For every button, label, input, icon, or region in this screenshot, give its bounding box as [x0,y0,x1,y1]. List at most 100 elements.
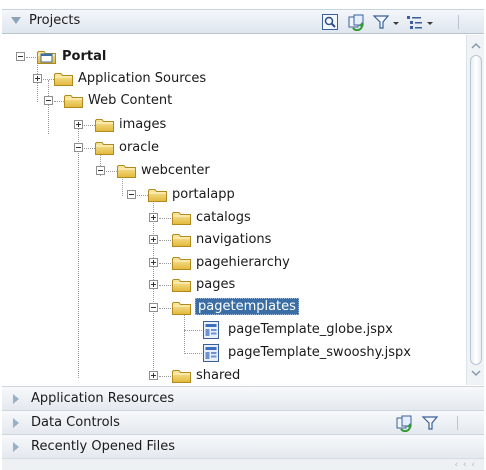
expand-section-icon[interactable] [13,442,19,452]
tree-node-shared[interactable]: shared [2,365,462,385]
tree-node-application-sources[interactable]: Application Sources [2,68,462,90]
expand-toggle[interactable] [149,280,158,289]
folder-icon [172,301,191,315]
folder-icon [172,256,191,270]
folder-icon [172,278,191,292]
tree-connector [43,79,54,80]
tree-node-portalapp[interactable]: portalapp [2,184,462,206]
tree-node-label: pageTemplate_globe.jspx [228,322,393,337]
tree-scrollbar[interactable] [466,35,484,385]
collapse-toggle[interactable] [16,52,25,61]
refresh-data-controls-icon[interactable] [395,414,415,436]
expand-toggle[interactable] [33,74,42,83]
folder-icon [172,233,191,247]
tree-connector [184,330,202,331]
tree-node-label: shared [196,368,241,383]
expand-toggle[interactable] [149,213,158,222]
tree-connector [159,285,171,286]
tree-node-label: pages [196,277,236,292]
tree-node-label-selected: pagetemplates [195,298,299,315]
collapse-twisty-icon[interactable] [11,17,21,24]
view-options-icon[interactable] [405,13,437,31]
expand-section-icon[interactable] [13,418,19,428]
section-title: Application Resources [31,391,175,406]
folder-icon [117,164,136,178]
tree-connector [106,171,117,172]
tree-node-web-content[interactable]: Web Content [2,90,462,112]
collapse-toggle[interactable] [96,166,105,175]
tree-node-label: pagehierarchy [196,255,290,270]
tree-connector [54,101,64,102]
tree-node-webcenter[interactable]: webcenter [2,160,462,182]
tree-node-label: portalapp [172,187,235,202]
collapse-toggle[interactable] [44,96,53,105]
tree-node-oracle[interactable]: oracle [2,137,462,159]
tree-connector [184,353,202,354]
tree-node-label: images [119,117,167,132]
folder-icon [95,141,114,155]
expand-toggle[interactable] [74,120,83,129]
scroll-up-icon[interactable] [471,41,481,51]
folder-icon [95,118,114,132]
toolbar-divider [458,15,459,29]
tree-node-label: Application Sources [78,71,207,86]
section-recently-opened-files[interactable]: Recently Opened Files [2,434,484,458]
tree-connector [137,195,148,196]
section-title: Data Controls [31,415,120,430]
expand-section-icon[interactable] [13,394,19,404]
tree-node-pagehierarchy[interactable]: pagehierarchy [2,252,462,274]
tree-node-images[interactable]: images [2,114,462,136]
tree-connector [26,57,36,58]
tree-connector [84,148,95,149]
tree-connector [159,263,171,264]
tree-node-catalogs[interactable]: catalogs [2,207,462,229]
tree-node-label: oracle [119,140,160,155]
tree-node-pages[interactable]: pages [2,274,462,296]
collapse-toggle[interactable] [127,190,136,199]
tree-connector [159,218,171,219]
section-title: Recently Opened Files [31,439,175,454]
folder-icon [148,188,167,202]
tree-node-label: catalogs [196,210,251,225]
find-icon[interactable] [321,13,339,31]
tree-connector [159,308,171,309]
tree-node-file-globe[interactable]: pageTemplate_globe.jspx [2,319,462,341]
folder-icon [64,94,83,108]
expand-toggle[interactable] [149,235,158,244]
resize-strip[interactable]: ‹ ‹ ‹ [2,458,484,470]
filter-icon[interactable] [372,13,402,31]
tree-node-label: Portal [62,49,107,64]
tree-node-pagetemplates[interactable]: pagetemplates [2,297,462,319]
projects-header[interactable]: Projects [2,9,484,34]
tree-connector [159,376,171,377]
scrollbar-thumb[interactable] [470,55,482,365]
filter-data-controls-icon[interactable] [421,414,441,436]
jspx-file-icon [203,344,219,362]
tree-node-label: pageTemplate_swooshy.jspx [228,345,411,360]
toolbar-divider [457,416,458,430]
sync-icon[interactable] [347,13,367,31]
tree-node-label: Web Content [88,93,173,108]
expand-toggle[interactable] [149,371,158,380]
folder-icon [172,369,191,383]
collapse-toggle[interactable] [149,303,158,312]
tree-node-portal[interactable]: Portal [2,46,462,68]
projects-title: Projects [29,13,81,28]
tree-node-label: navigations [196,232,272,247]
jspx-file-icon [203,321,219,339]
folder-icon [54,72,73,86]
collapse-toggle[interactable] [74,143,83,152]
folder-icon [172,211,191,225]
section-application-resources[interactable]: Application Resources [2,386,484,410]
tree-node-file-swooshy[interactable]: pageTemplate_swooshy.jspx [2,342,462,364]
section-data-controls[interactable]: Data Controls [2,410,484,434]
expand-toggle[interactable] [149,258,158,267]
project-tree[interactable]: Portal Application Sources Web Content i… [2,35,466,385]
tree-connector [84,125,95,126]
resize-grip-icon[interactable]: ‹ ‹ ‹ [454,460,476,470]
tree-node-navigations[interactable]: navigations [2,229,462,251]
project-folder-icon [37,48,57,66]
scroll-down-icon[interactable] [471,368,481,378]
tree-connector [159,240,171,241]
application-navigator: Projects Portal Application Sources Web … [0,0,486,470]
